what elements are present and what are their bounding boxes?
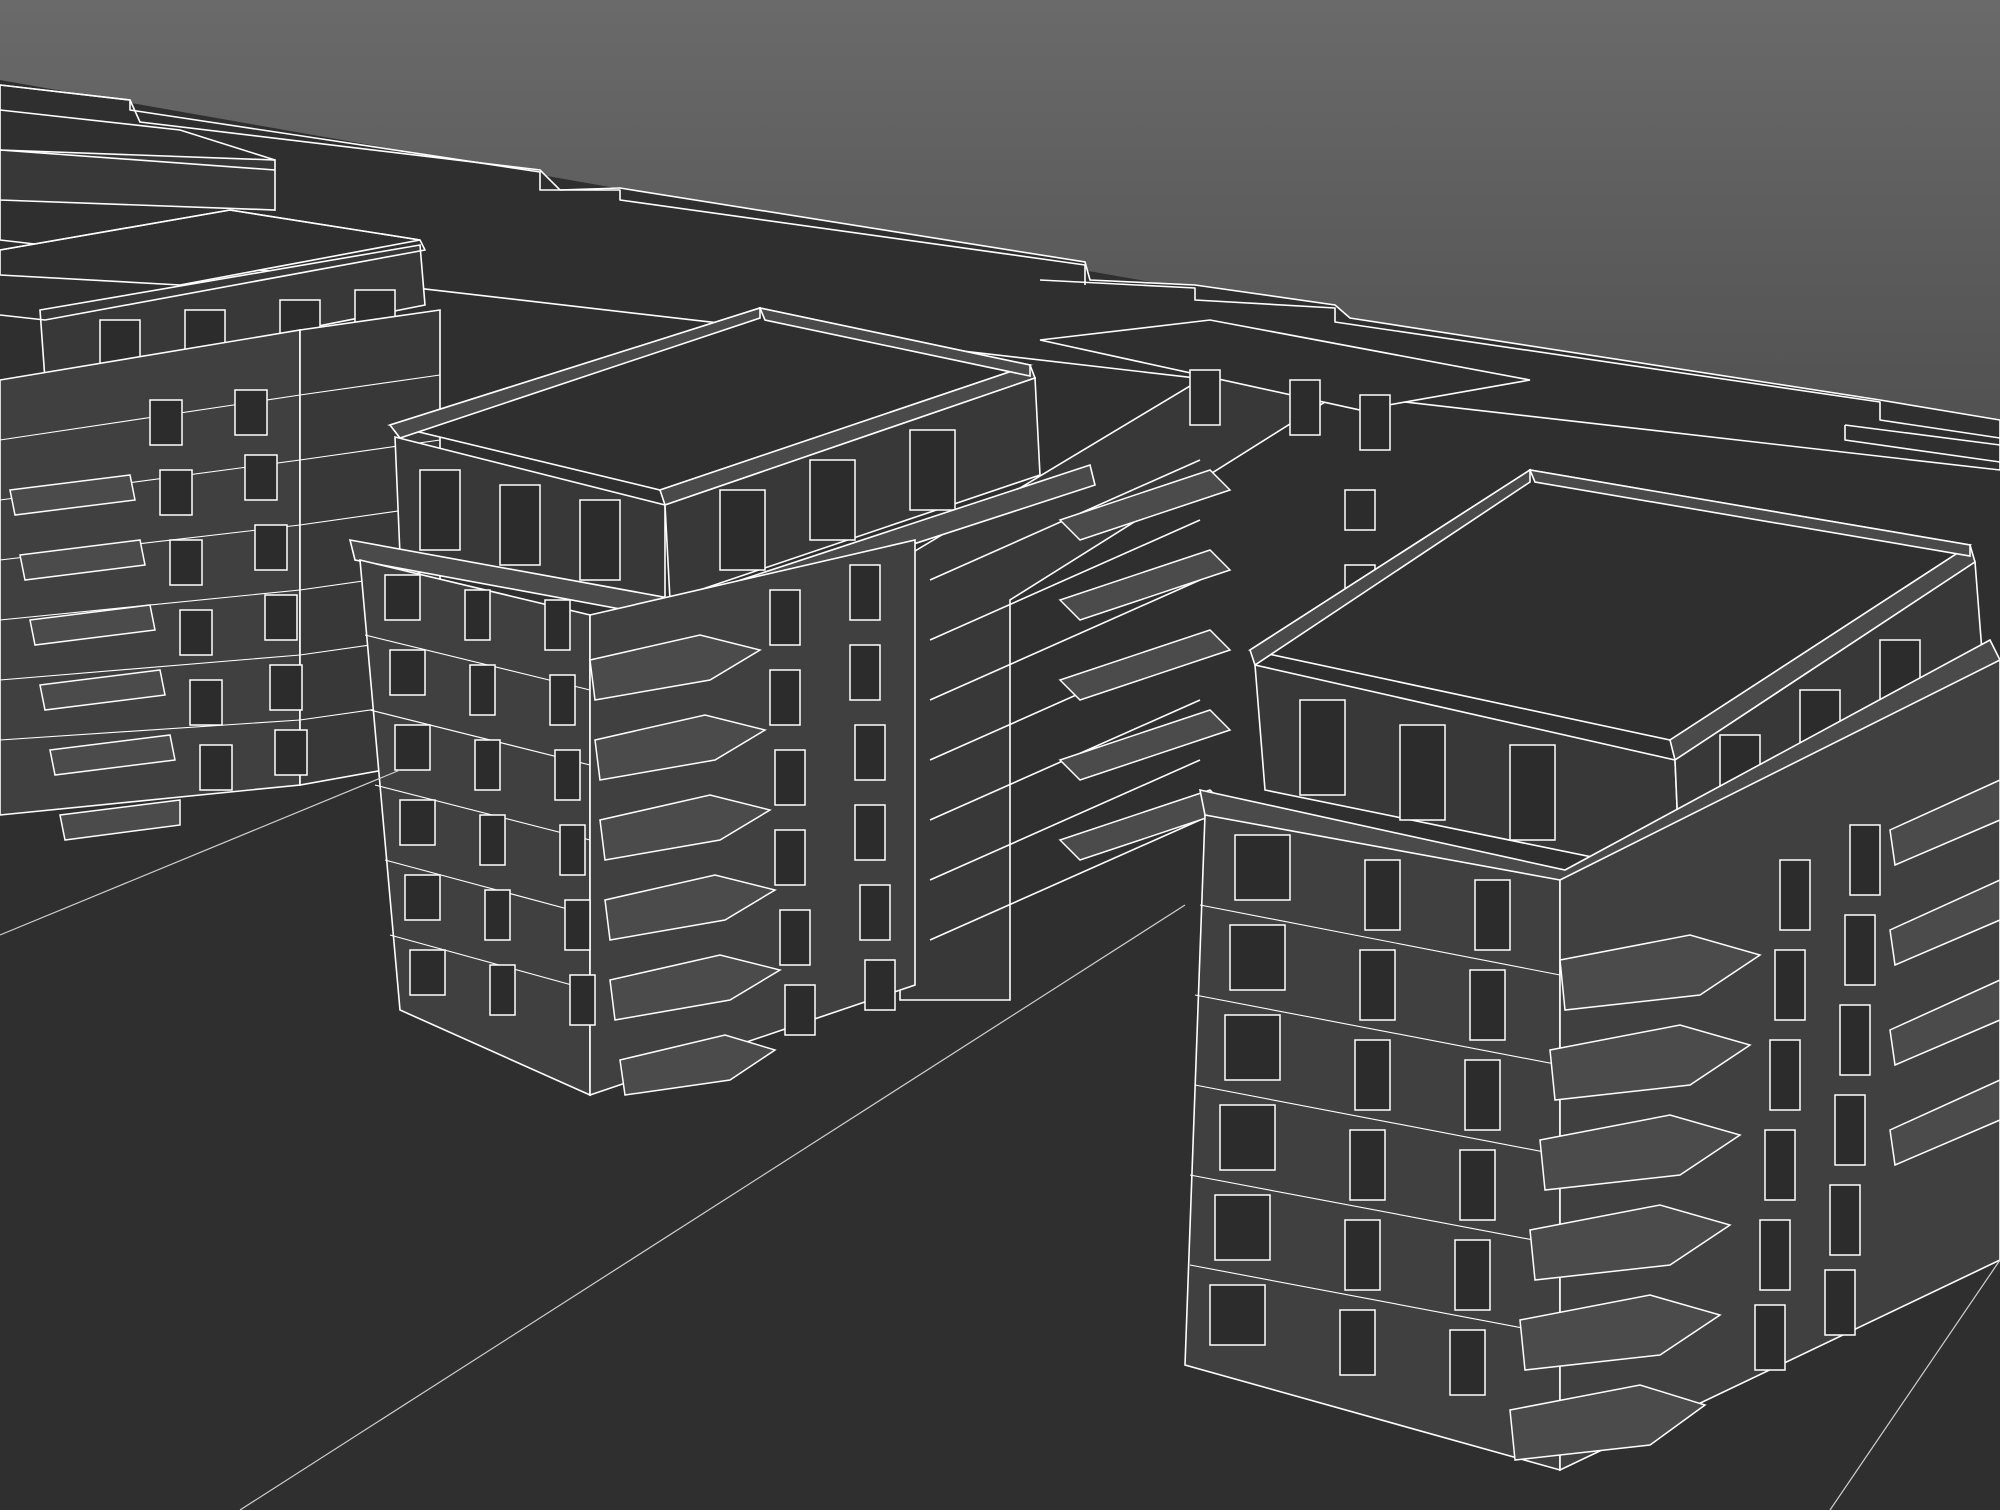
3d-viewport[interactable] <box>0 0 2000 1510</box>
wireframe-scene <box>0 0 2000 1510</box>
